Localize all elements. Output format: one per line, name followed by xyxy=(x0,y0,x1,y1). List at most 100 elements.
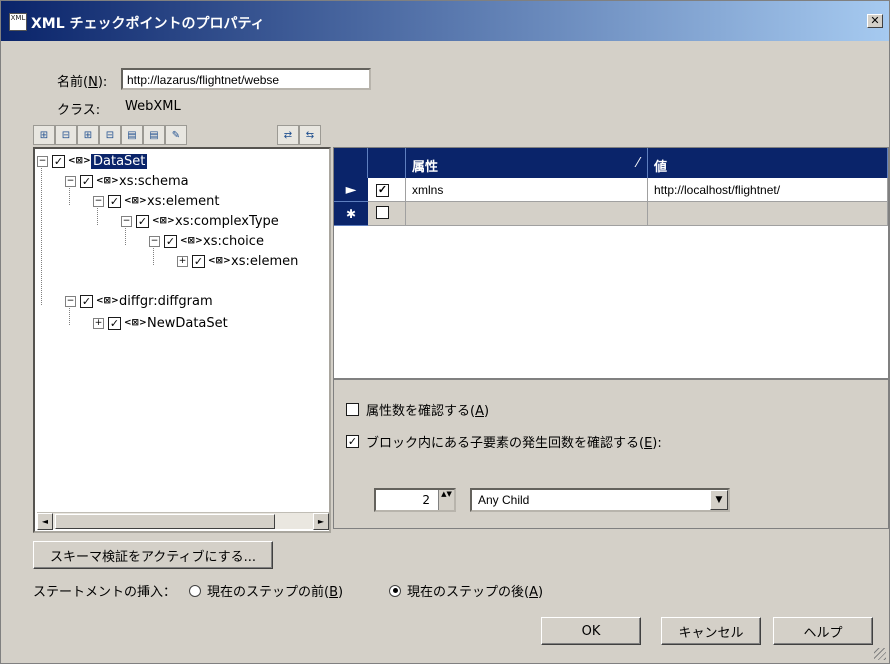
insert-before-radio[interactable] xyxy=(189,584,201,597)
check-attribute-count-option[interactable]: 属性数を確認する(A) xyxy=(346,400,489,419)
value-cell[interactable] xyxy=(648,202,888,226)
xml-element-icon: <⊠> xyxy=(96,296,119,306)
insert-after-radio[interactable] xyxy=(389,584,401,597)
attribute-column-header[interactable]: 属性 ⁄ xyxy=(406,148,648,178)
xml-export-icon: ▤ xyxy=(149,129,159,141)
node-checkbox[interactable]: ✓ xyxy=(80,294,93,308)
tree-horizontal-scrollbar[interactable]: ◄ ► xyxy=(37,512,329,530)
cancel-button[interactable]: キャンセル xyxy=(661,617,761,645)
node-checkbox[interactable]: ✓ xyxy=(164,234,177,248)
node-checkbox[interactable]: ✓ xyxy=(108,194,121,208)
tree-node-label: xs:schema xyxy=(119,173,189,189)
table-row-new[interactable]: ✱ xyxy=(334,202,888,226)
row-check-cell[interactable]: ✓ xyxy=(368,178,406,202)
insert-after-option[interactable]: 現在のステップの後(A) xyxy=(389,581,543,600)
check-all-button[interactable]: ⇄ xyxy=(277,125,299,145)
attribute-cell[interactable] xyxy=(406,202,648,226)
xml-import-icon: ▤ xyxy=(127,129,137,141)
add-attribute-icon: ⊞ xyxy=(83,129,93,141)
title-bar[interactable]: XML XML チェックポイントのプロパティ ✕ xyxy=(1,1,889,41)
row-checkbox[interactable]: ✓ xyxy=(376,184,389,197)
add-child-icon: ⊞ xyxy=(39,129,49,141)
new-row-icon: ✱ xyxy=(334,202,368,226)
insert-statement-label: ステートメントの挿入： xyxy=(33,585,177,600)
expand-icon[interactable]: + xyxy=(93,317,104,329)
xml-tree[interactable]: − ✓ <⊠> DataSet − ✓ <⊠> xs:schema − ✓ <⊠… xyxy=(33,147,331,533)
check-attribute-count-checkbox[interactable] xyxy=(346,403,359,416)
add-child-button[interactable]: ⊞ xyxy=(33,125,55,145)
scroll-right-icon[interactable]: ► xyxy=(313,513,329,530)
xml-element-icon: <⊠> xyxy=(96,176,119,186)
collapse-icon[interactable]: − xyxy=(121,215,132,227)
attributes-grid[interactable]: 属性 ⁄ 値 ► ✓ xmlns http://localhost/flight… xyxy=(333,147,889,379)
check-child-occurrence-checkbox[interactable]: ✓ xyxy=(346,435,359,448)
uncheck-all-icon: ⇆ xyxy=(305,129,315,141)
attribute-header-label: 属性 xyxy=(412,160,439,175)
table-row[interactable]: ► ✓ xmlns http://localhost/flightnet/ xyxy=(334,178,888,202)
add-sibling-button[interactable]: ⊟ xyxy=(55,125,77,145)
collapse-icon[interactable]: − xyxy=(65,175,76,187)
activate-schema-validation-button[interactable]: スキーマ検証をアクティブにする... xyxy=(33,541,273,569)
chevron-down-icon[interactable]: ▼ xyxy=(710,490,728,510)
node-checkbox[interactable]: ✓ xyxy=(136,214,149,228)
scroll-left-icon[interactable]: ◄ xyxy=(37,513,53,530)
collapse-icon[interactable]: − xyxy=(65,295,76,307)
ok-button[interactable]: OK xyxy=(541,617,641,645)
node-checkbox[interactable]: ✓ xyxy=(52,154,65,168)
scroll-thumb[interactable] xyxy=(55,514,275,529)
xml-export-button[interactable]: ▤ xyxy=(143,125,165,145)
child-type-select[interactable]: Any Child ▼ xyxy=(470,488,730,512)
insert-after-label: 現在のステップの後(A) xyxy=(407,585,544,600)
add-attribute-button[interactable]: ⊞ xyxy=(77,125,99,145)
edit-icon: ✎ xyxy=(171,129,181,141)
tree-node-diffgram[interactable]: − ✓ <⊠> diffgr:diffgram xyxy=(65,291,213,311)
check-child-occurrence-label: ブロック内にある子要素の発生回数を確認する(E): xyxy=(366,436,662,451)
collapse-icon[interactable]: − xyxy=(37,155,48,167)
collapse-icon[interactable]: − xyxy=(149,235,160,247)
remove-button[interactable]: ⊟ xyxy=(99,125,121,145)
tree-node-label: xs:element xyxy=(147,193,220,209)
occurrence-count-stepper[interactable]: 2 ▲▼ xyxy=(374,488,456,512)
xml-element-icon: <⊠> xyxy=(208,256,231,266)
add-sibling-icon: ⊟ xyxy=(61,129,71,141)
resize-grip-icon[interactable] xyxy=(874,648,886,660)
tree-node-choice[interactable]: − ✓ <⊠> xs:choice xyxy=(149,231,264,251)
value-column-header[interactable]: 値 xyxy=(648,148,888,178)
tree-node-label: xs:choice xyxy=(203,233,264,249)
attribute-cell[interactable]: xmlns xyxy=(406,178,648,202)
tree-node-schema[interactable]: − ✓ <⊠> xs:schema xyxy=(65,171,189,191)
expand-icon[interactable]: + xyxy=(177,255,188,267)
collapse-icon[interactable]: − xyxy=(93,195,104,207)
child-type-value: Any Child xyxy=(478,493,530,507)
row-checkbox[interactable] xyxy=(376,206,389,219)
spin-arrows-icon[interactable]: ▲▼ xyxy=(438,490,454,510)
tree-node-element[interactable]: − ✓ <⊠> xs:element xyxy=(93,191,219,211)
xml-element-icon: <⊠> xyxy=(68,156,91,166)
node-checkbox[interactable]: ✓ xyxy=(108,316,121,330)
window-title: XML チェックポイントのプロパティ xyxy=(31,16,265,32)
node-checkbox[interactable]: ✓ xyxy=(80,174,93,188)
grid-check-header xyxy=(368,148,406,178)
value-cell[interactable]: http://localhost/flightnet/ xyxy=(648,178,888,202)
check-child-occurrence-option[interactable]: ✓ ブロック内にある子要素の発生回数を確認する(E): xyxy=(346,432,662,451)
tree-node-complextype[interactable]: − ✓ <⊠> xs:complexType xyxy=(121,211,279,231)
class-label: クラス: xyxy=(57,103,101,118)
remove-icon: ⊟ xyxy=(105,129,115,141)
tree-node-newdataset[interactable]: + ✓ <⊠> NewDataSet xyxy=(93,313,228,333)
name-label: 名前(N): xyxy=(57,75,108,90)
edit-button[interactable]: ✎ xyxy=(165,125,187,145)
node-checkbox[interactable]: ✓ xyxy=(192,254,205,268)
current-row-icon: ► xyxy=(334,178,368,202)
tree-node-label: DataSet xyxy=(91,153,148,169)
close-button[interactable]: ✕ xyxy=(867,14,883,28)
tree-node-dataset[interactable]: − ✓ <⊠> DataSet xyxy=(37,151,148,171)
class-value: WebXML xyxy=(125,99,181,114)
tree-node-label: diffgr:diffgram xyxy=(119,293,213,309)
insert-before-option[interactable]: 現在のステップの前(B) xyxy=(189,581,343,600)
xml-import-button[interactable]: ▤ xyxy=(121,125,143,145)
tree-node-element-child[interactable]: + ✓ <⊠> xs:elemen xyxy=(177,251,298,271)
help-button[interactable]: ヘルプ xyxy=(773,617,873,645)
uncheck-all-button[interactable]: ⇆ xyxy=(299,125,321,145)
row-check-cell[interactable] xyxy=(368,202,406,226)
name-field[interactable]: http://lazarus/flightnet/webse xyxy=(121,68,371,90)
